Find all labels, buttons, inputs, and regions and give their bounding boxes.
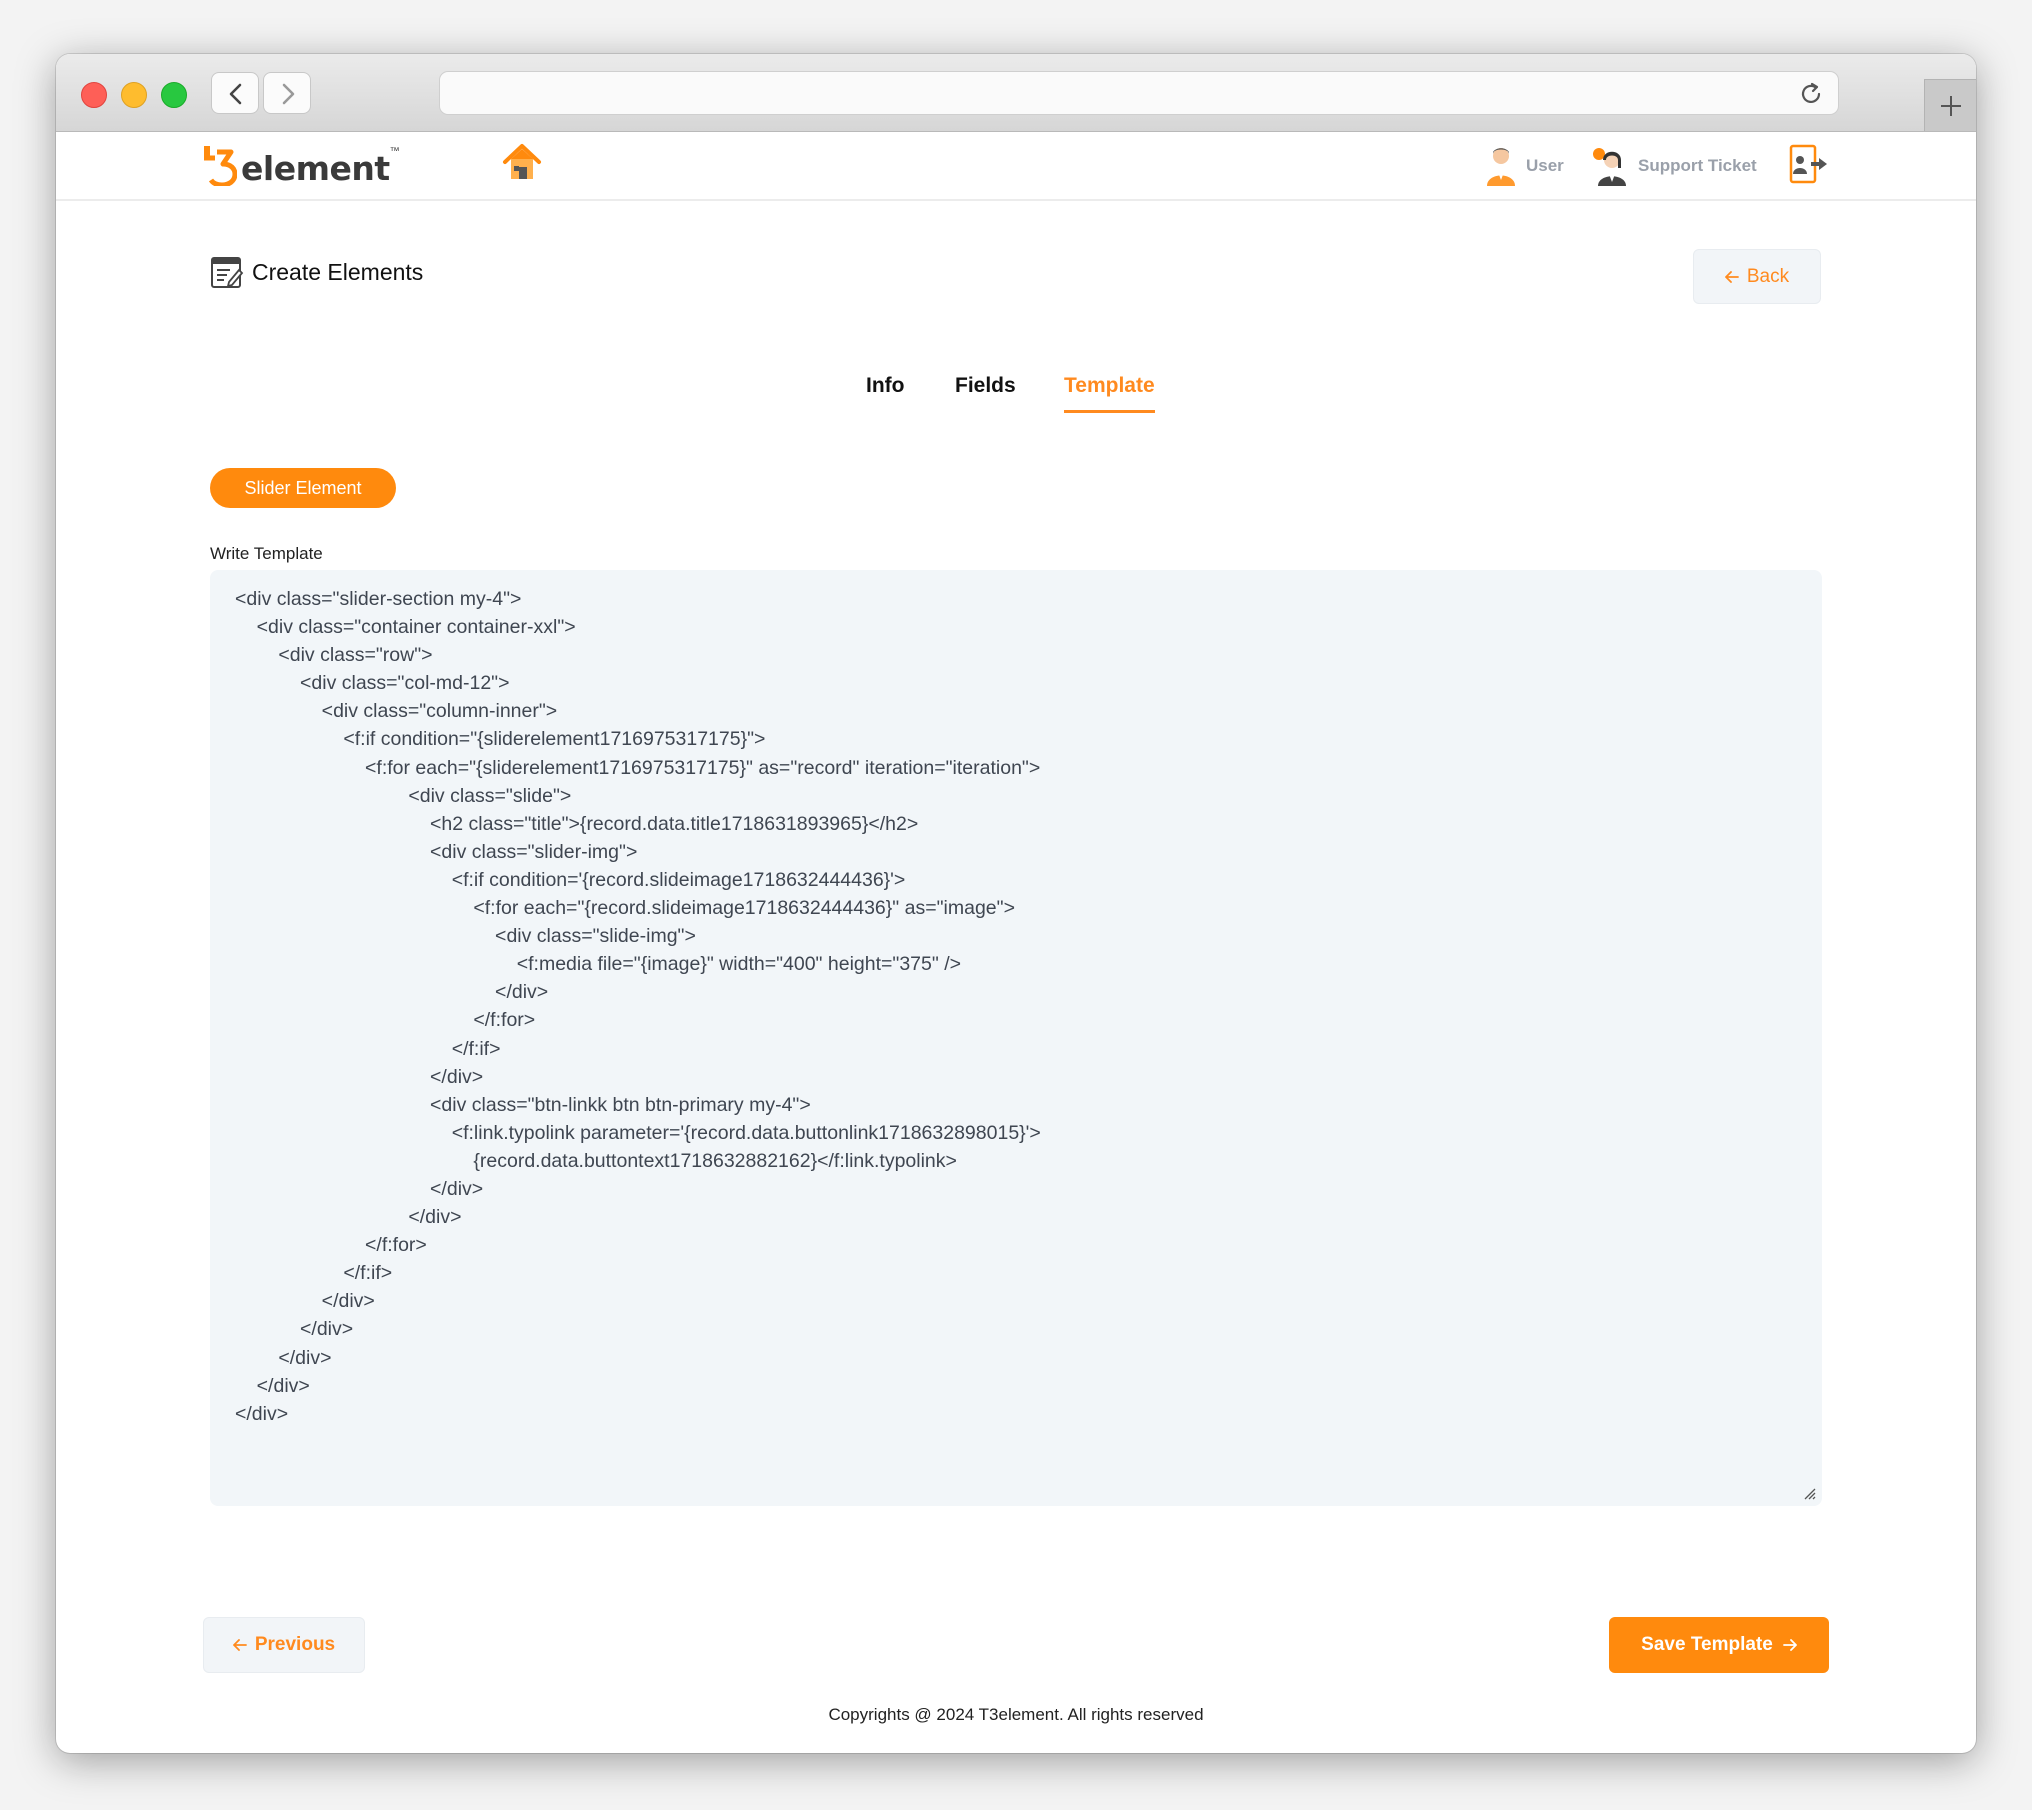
tab-fields[interactable]: Fields xyxy=(955,374,1016,398)
user-label: User xyxy=(1526,156,1564,175)
element-name-badge: Slider Element xyxy=(210,468,396,508)
code-line: </div> xyxy=(235,1374,310,1397)
code-line: {record.data.buttontext1718632882162}</f… xyxy=(235,1149,957,1172)
support-ticket-label: Support Ticket xyxy=(1638,156,1757,175)
code-line: <f:for each="{record.slideimage171863244… xyxy=(235,897,1015,920)
code-line: <div class="slider-img"> xyxy=(235,840,638,863)
template-code: <div class="slider-section my-4"> <div c… xyxy=(235,585,1822,1428)
minimize-window-button[interactable] xyxy=(121,82,147,108)
code-line: <f:if condition='{record.slideimage17186… xyxy=(235,868,906,891)
code-line: </div> xyxy=(235,1206,462,1229)
chevron-right-icon xyxy=(282,83,295,105)
code-line: <div class="slide-img"> xyxy=(235,925,696,948)
arrow-left-icon xyxy=(232,1639,247,1651)
save-template-label: Save Template xyxy=(1641,1634,1773,1655)
previous-button[interactable]: Previous xyxy=(203,1617,365,1673)
code-line: </div> xyxy=(235,981,549,1004)
plus-icon xyxy=(1941,96,1961,116)
code-line: <div class="slide"> xyxy=(235,784,572,807)
code-line: </f:if> xyxy=(235,1262,393,1285)
code-line: </div> xyxy=(235,1065,484,1088)
home-icon[interactable] xyxy=(502,142,542,182)
close-window-button[interactable] xyxy=(81,82,107,108)
browser-back-button[interactable] xyxy=(211,72,259,114)
back-button-label: Back xyxy=(1746,265,1790,287)
template-textarea[interactable]: <div class="slider-section my-4"> <div c… xyxy=(210,570,1822,1506)
code-line: <div class="container container-xxl"> xyxy=(235,616,576,639)
t3-logo-icon xyxy=(204,146,237,186)
arrow-left-icon xyxy=(1724,270,1739,283)
code-line: <f:if condition="{sliderelement171697531… xyxy=(235,728,766,751)
code-line: <f:for each="{sliderelement1716975317175… xyxy=(235,756,1041,779)
template-field-label: Write Template xyxy=(210,544,323,563)
tab-template[interactable]: Template xyxy=(1064,374,1155,413)
support-ticket-link[interactable]: Support Ticket xyxy=(1590,146,1757,186)
tab-info[interactable]: Info xyxy=(866,374,904,398)
new-tab-button[interactable] xyxy=(1924,79,1976,131)
code-line: </div> xyxy=(235,1177,484,1200)
page-title-text: Create Elements xyxy=(252,258,424,285)
code-line: </f:for> xyxy=(235,1234,427,1257)
code-line: </div> xyxy=(235,1290,375,1313)
site-header: element ™ User Support Ticket xyxy=(56,132,1976,201)
arrow-right-icon xyxy=(1782,1639,1797,1651)
user-menu[interactable]: User xyxy=(1484,146,1564,186)
code-line: </f:for> xyxy=(235,1009,536,1032)
code-line: <div class="slider-section my-4"> xyxy=(235,588,522,610)
logout-icon[interactable] xyxy=(1789,144,1829,184)
save-template-button[interactable]: Save Template xyxy=(1609,1617,1829,1673)
code-line: </div> xyxy=(235,1402,289,1425)
code-line: <div class="column-inner"> xyxy=(235,700,558,723)
brand-name: element xyxy=(241,149,390,188)
previous-button-label: Previous xyxy=(254,1634,336,1655)
code-line: </div> xyxy=(235,1346,332,1369)
address-bar[interactable] xyxy=(439,71,1839,115)
code-line: </div> xyxy=(235,1318,354,1341)
brand-trademark: ™ xyxy=(389,146,400,157)
back-button[interactable]: Back xyxy=(1693,249,1821,304)
code-line: </f:if> xyxy=(235,1037,501,1060)
brand-logo[interactable]: element ™ xyxy=(201,144,400,186)
maximize-window-button[interactable] xyxy=(161,82,187,108)
browser-toolbar xyxy=(56,54,1976,132)
chevron-left-icon xyxy=(229,83,242,105)
code-line: <f:media file="{image}" width="400" heig… xyxy=(235,953,962,976)
browser-forward-button[interactable] xyxy=(263,72,311,114)
code-line: <div class="row"> xyxy=(235,644,433,667)
code-line: <h2 class="title">{record.data.title1718… xyxy=(235,812,919,835)
resize-handle-icon[interactable] xyxy=(1802,1486,1816,1500)
edit-document-icon xyxy=(211,257,244,288)
user-avatar-icon xyxy=(1487,148,1515,186)
page-title: Create Elements xyxy=(210,255,423,289)
code-line: <div class="col-md-12"> xyxy=(235,672,510,695)
code-line: <f:link.typolink parameter='{record.data… xyxy=(235,1121,1041,1144)
reload-icon[interactable] xyxy=(1798,81,1824,107)
support-agent-icon xyxy=(1593,148,1626,186)
browser-window: element ™ User Support Ticket Create Ele… xyxy=(56,54,1976,1753)
code-line: <div class="btn-linkk btn btn-primary my… xyxy=(235,1093,811,1116)
copyright-text: Copyrights @ 2024 T3element. All rights … xyxy=(828,1705,1204,1724)
